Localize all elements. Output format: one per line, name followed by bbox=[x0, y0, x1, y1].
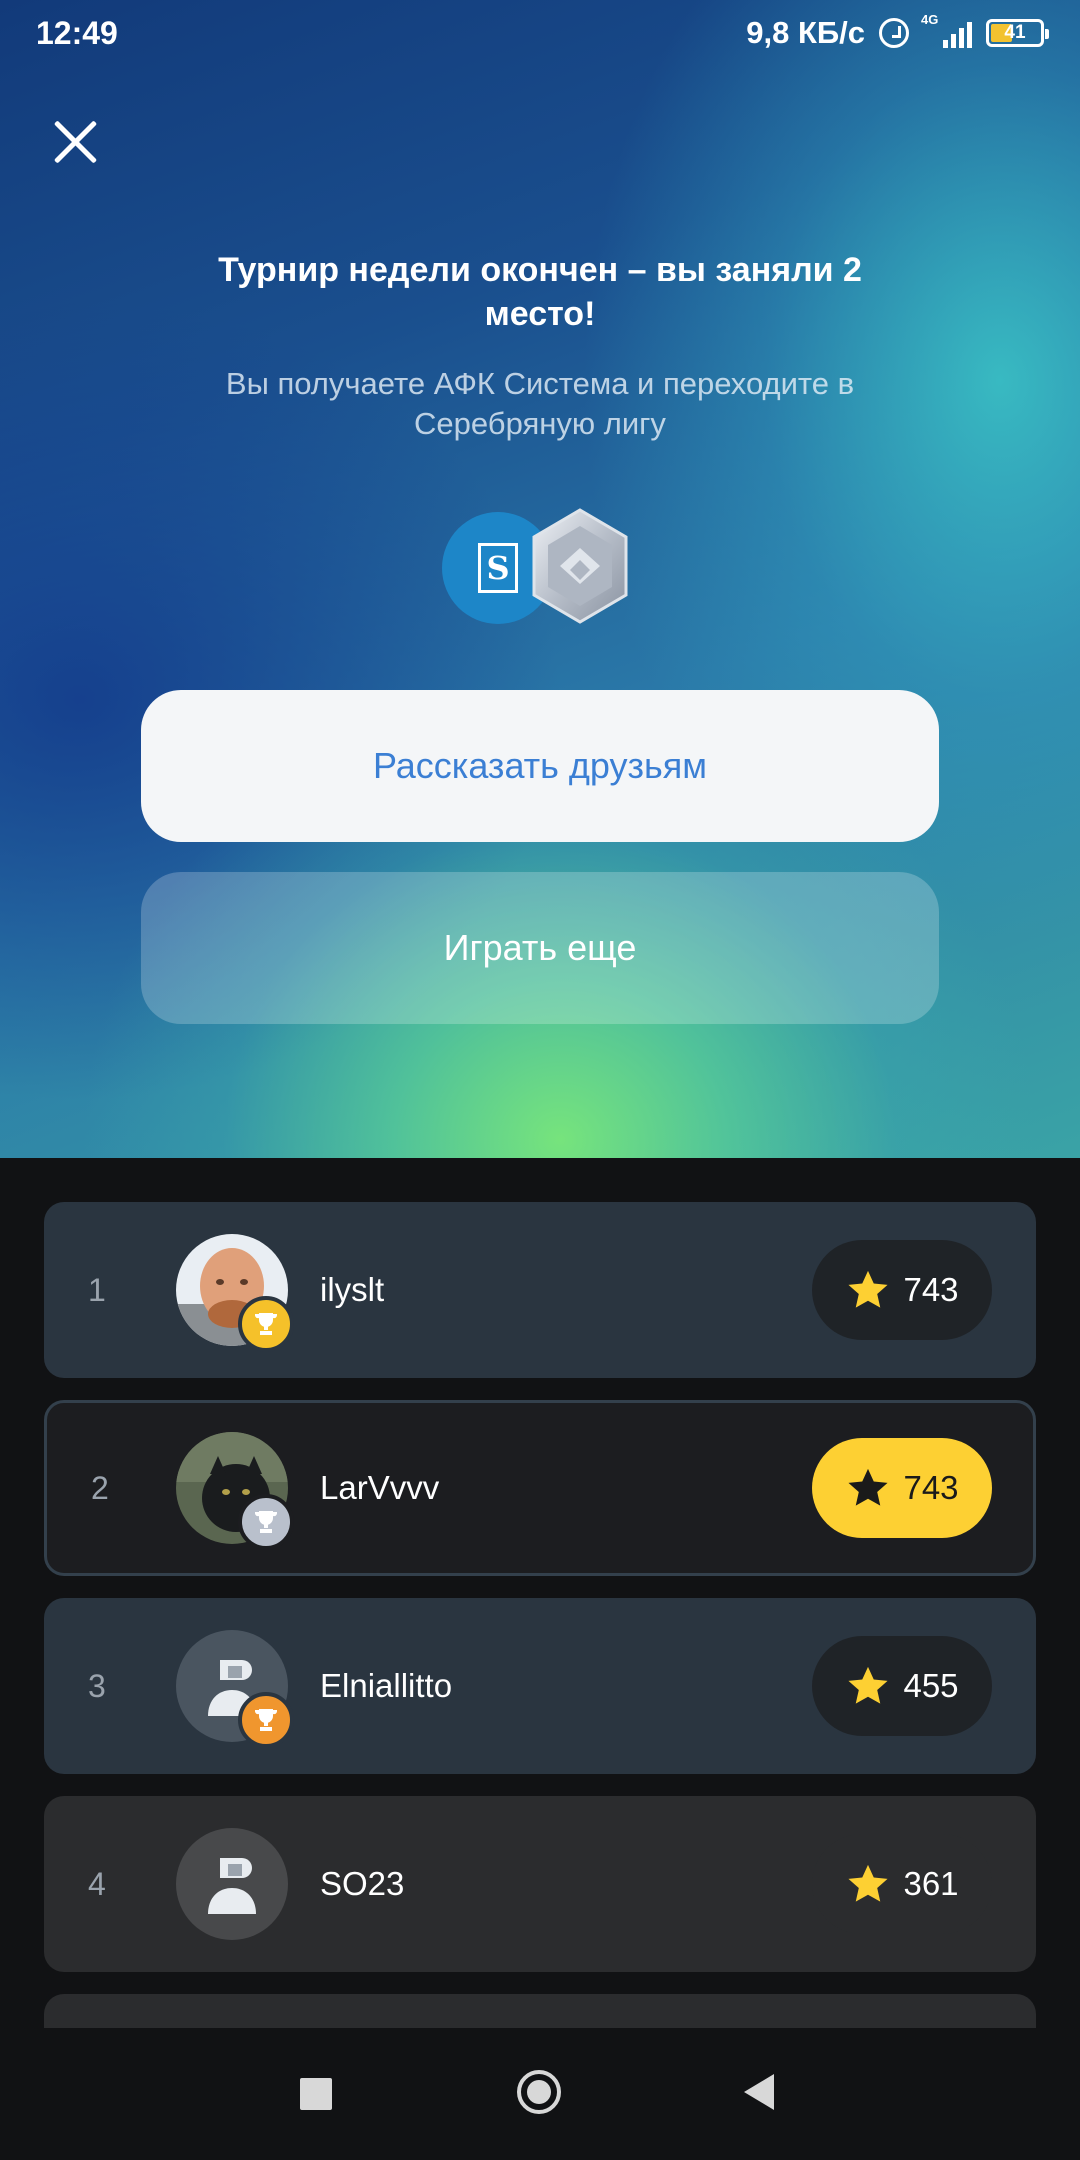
silver-league-icon bbox=[532, 508, 628, 624]
network-rate: 9,8 КБ/с bbox=[746, 15, 865, 50]
star-icon bbox=[848, 1666, 889, 1704]
battery-icon: 41 bbox=[986, 19, 1049, 47]
score-pill: 455 bbox=[812, 1636, 992, 1736]
battery-level: 41 bbox=[1004, 22, 1026, 43]
rank: 1 bbox=[88, 1271, 106, 1308]
score-pill: 743 bbox=[812, 1438, 992, 1538]
system-nav-bar bbox=[0, 2028, 1080, 2160]
leaderboard-row[interactable]: 1 ilyslt 743 bbox=[44, 1202, 1036, 1378]
signal-icon: 4G bbox=[921, 12, 972, 48]
score-value: 743 bbox=[903, 1271, 959, 1308]
close-icon[interactable] bbox=[52, 118, 100, 166]
star-icon bbox=[848, 1864, 889, 1902]
score-value: 455 bbox=[903, 1667, 959, 1704]
default-user-avatar-icon bbox=[176, 1828, 288, 1940]
leaderboard-row[interactable] bbox=[44, 1994, 1036, 2028]
score-pill: 743 bbox=[812, 1240, 992, 1340]
score-value: 361 bbox=[903, 1865, 959, 1902]
result-title: Турнир недели окончен – вы заняли 2 мест… bbox=[218, 251, 862, 333]
leaderboard-row[interactable]: 4 SO23 361 bbox=[44, 1796, 1036, 1972]
trophy-icon bbox=[238, 1296, 294, 1352]
score-value: 743 bbox=[903, 1469, 959, 1506]
square-icon[interactable] bbox=[300, 2078, 332, 2110]
status-bar: 12:49 9,8 КБ/с 4G 41 bbox=[0, 0, 1080, 66]
player-name: LarVvvv bbox=[320, 1469, 440, 1506]
rank: 2 bbox=[91, 1469, 109, 1506]
score-pill: 361 bbox=[812, 1834, 992, 1934]
back-triangle-icon[interactable] bbox=[744, 2074, 774, 2110]
leaderboard-row[interactable]: 3 Elniallitto 455 bbox=[44, 1598, 1036, 1774]
star-icon bbox=[848, 1468, 889, 1506]
star-icon bbox=[848, 1270, 889, 1308]
share-with-friends-button[interactable]: Рассказать друзьям bbox=[141, 690, 939, 842]
network-type: 4G bbox=[921, 12, 939, 27]
player-name: SO23 bbox=[320, 1865, 405, 1902]
trophy-icon bbox=[238, 1494, 294, 1550]
leaderboard-row-current-user[interactable]: 2 LarVvvv 743 bbox=[44, 1400, 1036, 1576]
player-name: ilyslt bbox=[320, 1271, 385, 1308]
status-time: 12:49 bbox=[36, 14, 118, 51]
trophy-icon bbox=[238, 1692, 294, 1748]
player-name: Elniallitto bbox=[320, 1667, 453, 1704]
leaderboard: 1 ilyslt 743 2 LarVvvv 743 3 Elniallitto… bbox=[0, 1158, 1080, 2028]
rank: 4 bbox=[88, 1865, 106, 1902]
rank: 3 bbox=[88, 1667, 106, 1704]
result-subtitle: Вы получаете АФК Система и переходите в … bbox=[225, 366, 855, 441]
home-circle-icon[interactable] bbox=[517, 2070, 561, 2114]
status-right: 9,8 КБ/с 4G 41 bbox=[746, 12, 1049, 51]
alarm-icon bbox=[879, 18, 909, 48]
play-again-button[interactable]: Играть еще bbox=[141, 872, 939, 1024]
